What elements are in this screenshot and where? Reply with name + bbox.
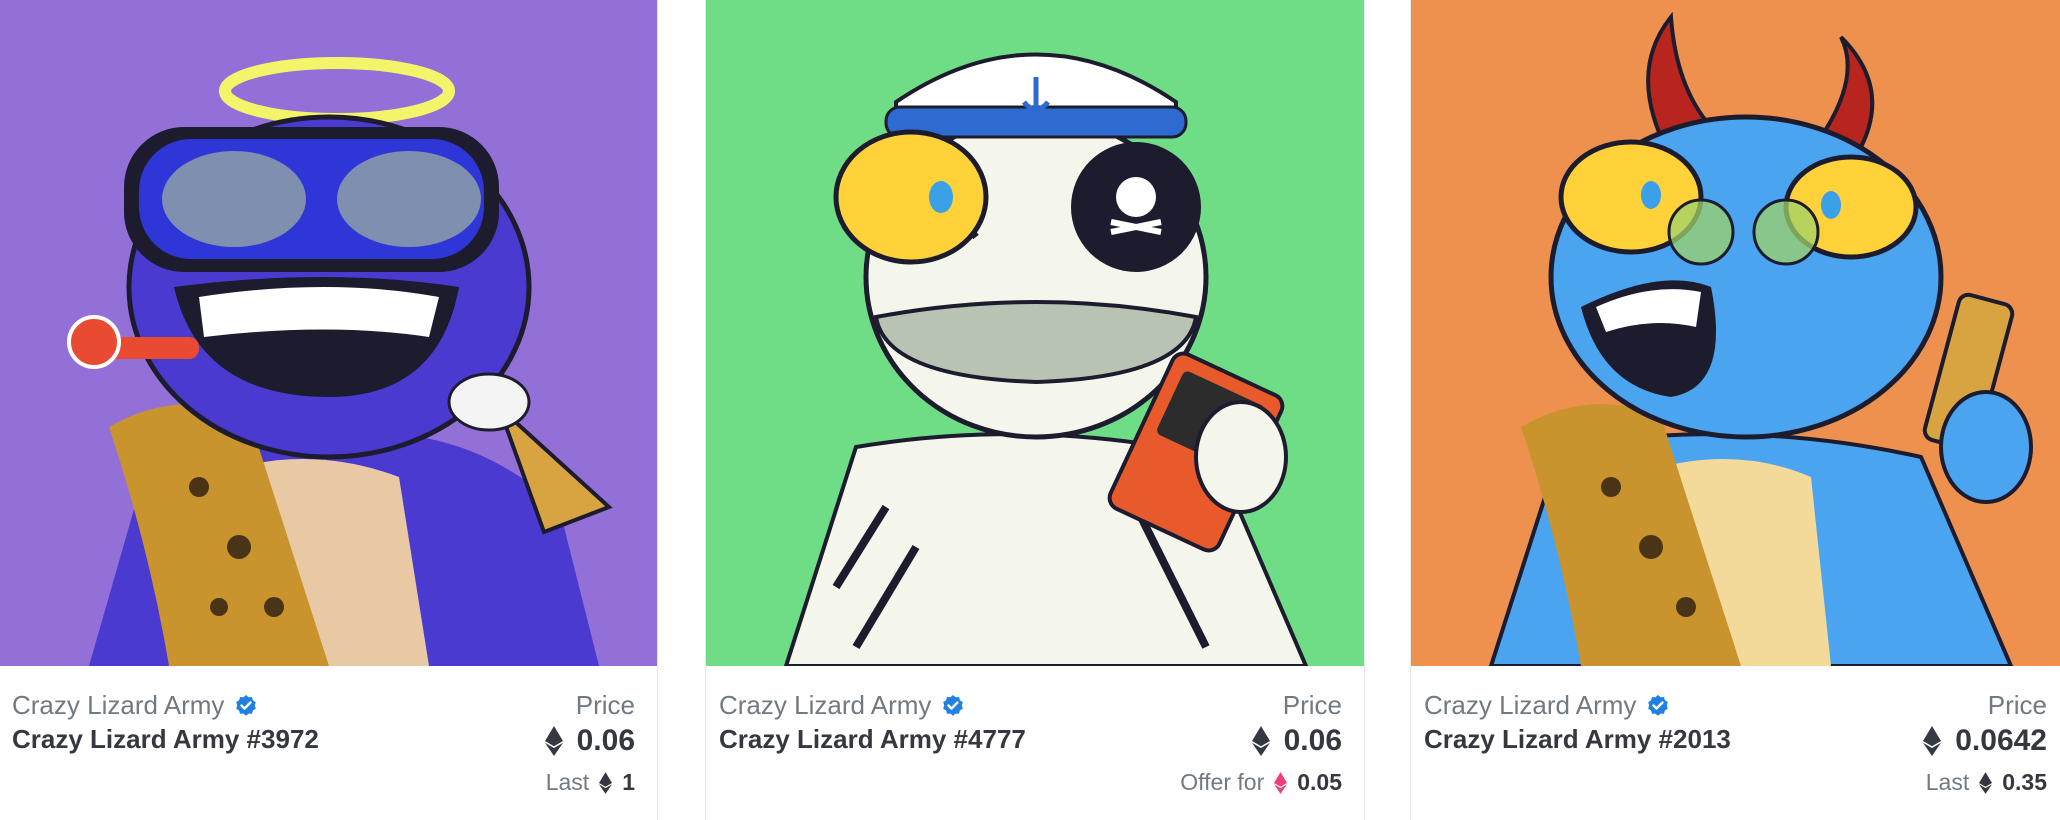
verified-badge-icon — [236, 694, 257, 716]
eth-icon — [599, 771, 613, 794]
last-sale-value: 0.35 — [2002, 769, 2047, 795]
lizard-artwork-green — [706, 0, 1364, 666]
lizard-artwork-purple — [0, 0, 657, 666]
nft-image[interactable] — [1411, 0, 2060, 666]
price-value: 0.0642 — [1955, 724, 2047, 757]
collection-label: Crazy Lizard Army — [1424, 690, 1637, 720]
collection-label: Crazy Lizard Army — [719, 690, 932, 720]
token-name[interactable]: Crazy Lizard Army #4777 — [719, 724, 1026, 755]
nft-card-2013[interactable]: Crazy Lizard Army Crazy Lizard Army #201… — [1410, 0, 2060, 820]
price-label: Price — [1282, 690, 1342, 720]
collection-name[interactable]: Crazy Lizard Army — [1424, 690, 1670, 721]
eth-icon — [544, 726, 563, 756]
token-name[interactable]: Crazy Lizard Army #3972 — [12, 724, 319, 755]
lizard-artwork-orange — [1411, 0, 2060, 666]
collection-label: Crazy Lizard Army — [12, 690, 225, 720]
last-sale: Last 1 — [546, 769, 635, 796]
nft-card-3972[interactable]: Crazy Lizard Army Crazy Lizard Army #397… — [0, 0, 658, 820]
price: 0.06 — [544, 724, 635, 758]
verified-badge-icon — [1648, 694, 1669, 716]
nft-image[interactable] — [706, 0, 1364, 666]
card-info: Crazy Lizard Army Crazy Lizard Army #201… — [1411, 666, 2060, 820]
price-value: 0.06 — [1283, 724, 1342, 757]
nft-image[interactable] — [0, 0, 657, 666]
price: 0.06 — [1251, 724, 1342, 758]
last-sale-value: 1 — [622, 769, 635, 795]
best-offer-value: 0.05 — [1297, 769, 1342, 795]
nft-card-4777[interactable]: Crazy Lizard Army Crazy Lizard Army #477… — [705, 0, 1365, 820]
card-info: Crazy Lizard Army Crazy Lizard Army #397… — [0, 666, 657, 820]
collection-name[interactable]: Crazy Lizard Army — [719, 690, 965, 721]
price: 0.0642 — [1923, 724, 2047, 758]
eth-icon — [1979, 771, 1993, 794]
collection-name[interactable]: Crazy Lizard Army — [12, 690, 258, 721]
eth-icon — [1923, 726, 1942, 756]
token-name[interactable]: Crazy Lizard Army #2013 — [1424, 724, 1731, 755]
card-info: Crazy Lizard Army Crazy Lizard Army #477… — [706, 666, 1364, 820]
price-value: 0.06 — [576, 724, 635, 757]
last-sale: Last 0.35 — [1926, 769, 2047, 796]
price-label: Price — [1987, 690, 2047, 720]
best-offer: Offer for 0.05 — [1180, 769, 1342, 796]
weth-icon — [1274, 771, 1288, 794]
last-sale-label: Last — [545, 769, 590, 795]
last-sale-label: Last — [1925, 769, 1970, 795]
eth-icon — [1251, 726, 1270, 756]
price-label: Price — [575, 690, 635, 720]
verified-badge-icon — [943, 694, 964, 716]
best-offer-label: Offer for — [1180, 769, 1265, 795]
